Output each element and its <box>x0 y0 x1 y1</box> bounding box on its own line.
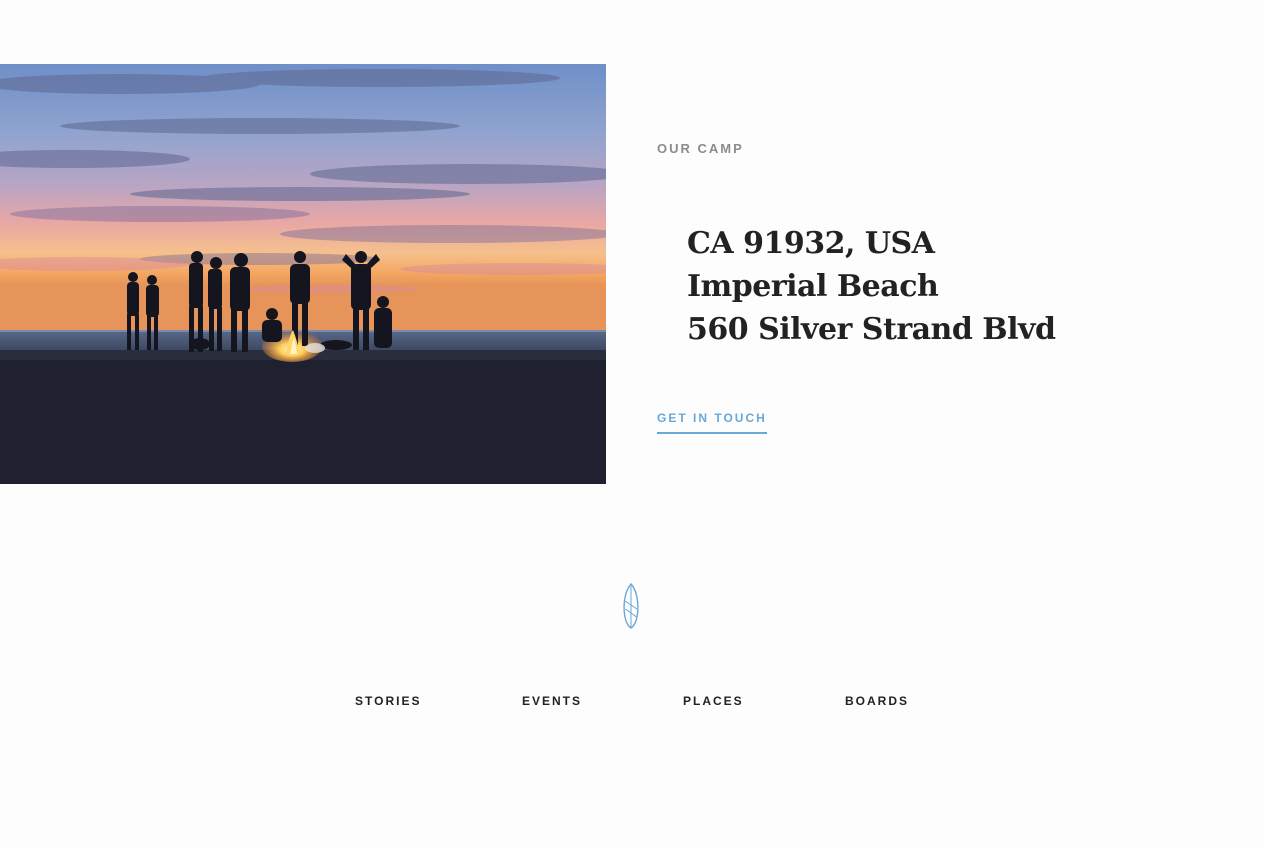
surfboard-icon <box>621 582 641 629</box>
address-line-city: Imperial Beach <box>687 269 939 304</box>
footer-nav-places[interactable]: PLACES <box>683 694 744 708</box>
address-line-street: 560 Silver Strand Blvd <box>687 312 1056 347</box>
footer-nav-stories[interactable]: STORIES <box>355 694 421 708</box>
section-eyebrow: OUR CAMP <box>657 141 744 156</box>
address-line-postal: CA 91932, USA <box>687 226 935 261</box>
footer-nav: STORIES EVENTS PLACES BOARDS <box>0 694 1263 714</box>
footer-nav-events[interactable]: EVENTS <box>522 694 582 708</box>
camp-address: CA 91932, USA Imperial Beach 560 Silver … <box>687 222 1056 351</box>
hero-photo <box>0 64 606 484</box>
footer-nav-boards[interactable]: BOARDS <box>845 694 909 708</box>
beach-bonfire-image <box>0 64 606 484</box>
get-in-touch-link[interactable]: GET IN TOUCH <box>657 411 767 434</box>
